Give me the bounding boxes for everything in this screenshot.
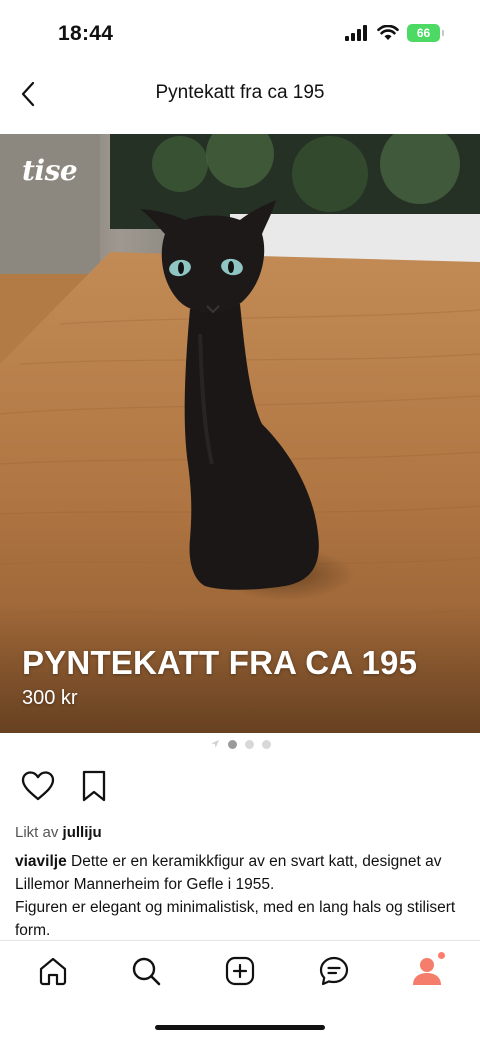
wifi-icon xyxy=(377,25,399,40)
page-title: Pyntekatt fra ca 195 xyxy=(155,82,325,103)
home-icon xyxy=(39,957,66,985)
liked-by-user[interactable]: julliju xyxy=(63,824,102,841)
like-button[interactable] xyxy=(20,768,56,804)
listing-photo[interactable]: tise PYNTEKATT FRA CA 195 300 kr xyxy=(0,134,480,733)
bottom-tab-bar xyxy=(0,940,480,1000)
pager-dot-3[interactable] xyxy=(261,739,271,749)
location-arrow-icon xyxy=(210,740,219,748)
tab-search[interactable] xyxy=(122,947,170,995)
listing-price: 300 kr xyxy=(22,687,78,709)
action-bar xyxy=(20,768,112,804)
battery-indicator: 66 xyxy=(407,24,444,42)
pager-dot-2[interactable] xyxy=(244,739,254,749)
bookmark-icon xyxy=(82,770,106,802)
home-indicator xyxy=(155,1025,325,1030)
battery-level: 66 xyxy=(416,26,431,40)
image-pager xyxy=(0,738,480,750)
add-icon xyxy=(225,956,255,985)
signal-icon xyxy=(345,25,367,41)
listing-title-overlay: PYNTEKATT FRA CA 195 xyxy=(22,644,418,681)
notification-dot xyxy=(438,951,446,959)
profile-icon xyxy=(413,957,442,985)
tab-add[interactable] xyxy=(216,947,264,995)
tab-profile[interactable] xyxy=(403,947,451,995)
tab-home[interactable] xyxy=(29,947,77,995)
search-icon xyxy=(133,957,161,985)
status-time: 18:44 xyxy=(58,22,114,45)
tise-logo: tise xyxy=(22,154,78,187)
listing-description: viavilje Dette er en keramikkfigur av en… xyxy=(15,850,465,942)
likes-prefix: Likt av xyxy=(15,824,59,841)
pager-dot-1[interactable] xyxy=(227,739,237,749)
status-icons: 66 xyxy=(345,24,444,42)
tab-messages[interactable] xyxy=(310,947,358,995)
nav-header: Pyntekatt fra ca 195 xyxy=(0,70,480,118)
heart-icon xyxy=(21,771,55,801)
description-text-1: Dette er en keramikkfigur av en svart ka… xyxy=(15,853,442,893)
likes-line: Likt av julliju xyxy=(15,824,102,841)
seller-username[interactable]: viavilje xyxy=(15,853,67,870)
save-button[interactable] xyxy=(76,768,112,804)
description-text-2: Figuren er elegant og minimalistisk, med… xyxy=(15,899,456,939)
messages-icon xyxy=(319,956,348,985)
status-bar: 18:44 66 xyxy=(0,0,480,70)
